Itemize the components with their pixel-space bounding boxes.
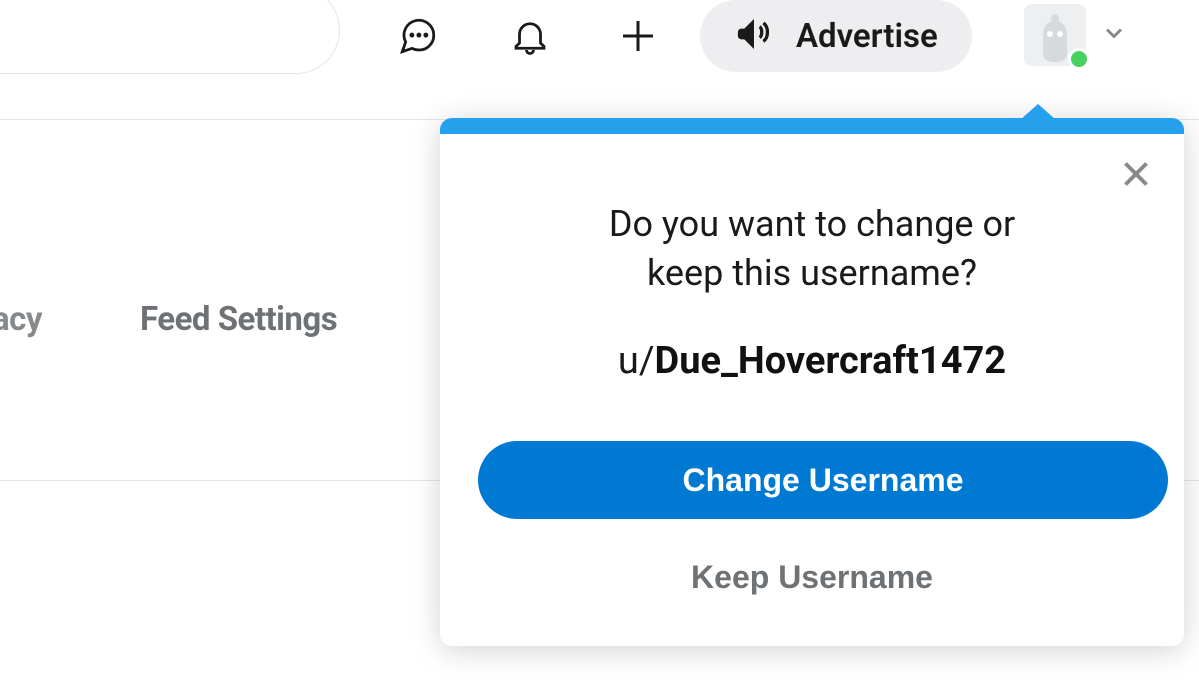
advertise-label: Advertise	[796, 17, 938, 56]
tab-feed-settings[interactable]: Feed Settings	[140, 300, 337, 339]
tab-privacy[interactable]: acy	[0, 300, 42, 339]
popover-arrow	[1020, 104, 1056, 120]
advertise-button[interactable]: Advertise	[700, 0, 972, 72]
username-line: u/Due_Hovercraft1472	[478, 339, 1146, 383]
presence-indicator	[1068, 48, 1090, 70]
username-prefix: u/	[618, 339, 655, 383]
search-input[interactable]	[0, 0, 340, 74]
megaphone-icon	[734, 12, 778, 60]
chat-icon[interactable]	[394, 12, 442, 60]
username-value: Due_Hovercraft1472	[655, 339, 1007, 383]
close-icon[interactable]	[1116, 154, 1156, 194]
avatar	[1024, 4, 1086, 66]
notifications-icon[interactable]	[506, 12, 554, 60]
prompt-line2: keep this username?	[647, 252, 977, 294]
user-menu[interactable]	[1024, 4, 1128, 66]
prompt-line1: Do you want to change or	[609, 203, 1015, 245]
change-username-button[interactable]: Change Username	[478, 441, 1168, 519]
username-popover: Do you want to change or keep this usern…	[440, 118, 1184, 646]
top-bar: Advertise	[0, 0, 1199, 120]
popover-accent-bar	[440, 118, 1184, 134]
create-icon[interactable]	[614, 12, 662, 60]
prompt-text: Do you want to change or keep this usern…	[478, 152, 1146, 297]
chevron-down-icon	[1100, 19, 1128, 51]
keep-username-button[interactable]: Keep Username	[691, 559, 933, 596]
